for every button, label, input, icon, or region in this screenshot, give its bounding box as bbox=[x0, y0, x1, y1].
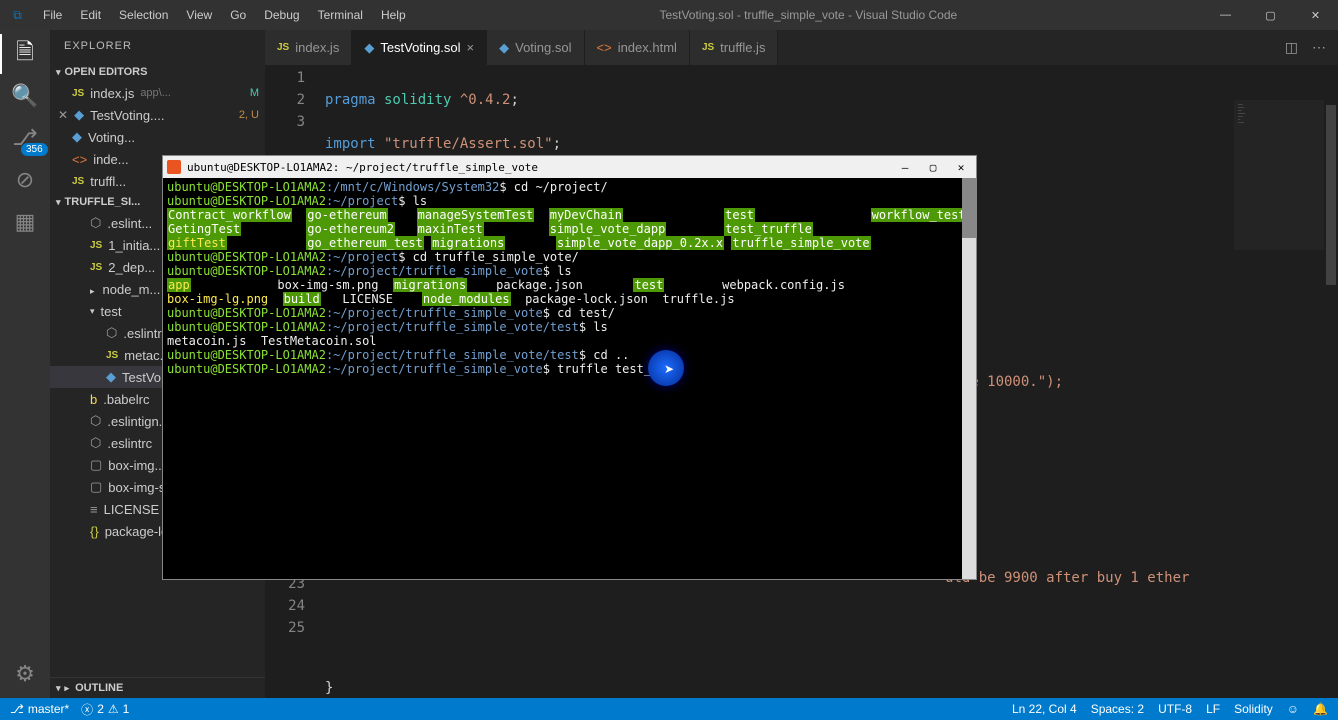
terminal-scrollbar-thumb[interactable] bbox=[962, 178, 976, 238]
editor-item[interactable]: JSindex.js app\...M bbox=[50, 82, 265, 104]
sol-icon: ◆ bbox=[499, 40, 509, 56]
sidebar-header: EXPLORER bbox=[50, 30, 265, 62]
cursor-arrow-icon: ➤ bbox=[664, 362, 674, 376]
search-icon[interactable]: 🔍 bbox=[11, 82, 39, 110]
eslint-icon: ⬡ bbox=[90, 413, 101, 429]
image-icon: ▢ bbox=[90, 457, 102, 473]
editor-item[interactable]: ◆ Voting... bbox=[50, 126, 265, 148]
json-icon: {} bbox=[90, 524, 99, 539]
warning-icon: ⚠ bbox=[108, 702, 119, 716]
editor-item[interactable]: ✕◆TestVoting....2, U bbox=[50, 104, 265, 126]
js-icon: JS bbox=[702, 42, 714, 53]
tab-indexjs[interactable]: JSindex.js bbox=[265, 30, 352, 65]
minimize-button[interactable]: — bbox=[1203, 0, 1248, 30]
explorer-icon[interactable]: 🗎 bbox=[11, 40, 39, 68]
tab-voting[interactable]: ◆Voting.sol bbox=[487, 30, 584, 65]
menu-go[interactable]: Go bbox=[222, 4, 254, 26]
window-controls: — ▢ ✕ bbox=[1203, 0, 1338, 30]
branch-indicator[interactable]: ⎇master* bbox=[10, 702, 69, 716]
html-icon: <> bbox=[597, 40, 612, 55]
gear-icon[interactable]: ⚙ bbox=[11, 660, 39, 688]
menu-debug[interactable]: Debug bbox=[256, 4, 307, 26]
editor-label: TestVoting.... bbox=[90, 108, 164, 123]
notifications-icon[interactable]: 🔔 bbox=[1313, 702, 1328, 716]
titlebar: ⧉ File Edit Selection View Go Debug Term… bbox=[0, 0, 1338, 30]
terminal-title: ubuntu@DESKTOP-LO1AMA2: ~/project/truffl… bbox=[187, 161, 538, 174]
language-mode[interactable]: Solidity bbox=[1234, 702, 1273, 716]
editor-tabs: JSindex.js ◆TestVoting.sol× ◆Voting.sol … bbox=[265, 30, 1338, 65]
problems-indicator[interactable]: ⓧ2 ⚠1 bbox=[81, 701, 129, 718]
split-editor-icon[interactable]: ◫ bbox=[1285, 39, 1298, 56]
menu-file[interactable]: File bbox=[35, 4, 70, 26]
js-icon: JS bbox=[72, 88, 84, 99]
eslint-icon: ⬡ bbox=[90, 435, 101, 451]
js-icon: JS bbox=[90, 240, 102, 251]
js-icon: JS bbox=[90, 262, 102, 273]
close-icon[interactable]: × bbox=[467, 40, 475, 55]
terminal-titlebar[interactable]: ubuntu@DESKTOP-LO1AMA2: ~/project/truffl… bbox=[163, 156, 976, 178]
sol-icon: ◆ bbox=[74, 107, 84, 123]
debug-icon[interactable]: ⊘ bbox=[11, 166, 39, 194]
eslint-icon: ⬡ bbox=[106, 325, 117, 341]
scm-badge: 356 bbox=[21, 143, 48, 156]
extensions-icon[interactable]: ▦ bbox=[11, 208, 39, 236]
indentation[interactable]: Spaces: 2 bbox=[1091, 702, 1144, 716]
tab-testvoting[interactable]: ◆TestVoting.sol× bbox=[352, 30, 487, 65]
maximize-button[interactable]: ▢ bbox=[1248, 0, 1293, 30]
editor-label: Voting... bbox=[88, 130, 135, 145]
js-icon: JS bbox=[72, 176, 84, 187]
editor-label: inde... bbox=[93, 152, 128, 167]
chevron-right-icon bbox=[90, 282, 97, 297]
term-minimize-button[interactable]: — bbox=[894, 161, 916, 174]
eol[interactable]: LF bbox=[1206, 702, 1220, 716]
sol-icon: ◆ bbox=[72, 129, 82, 145]
close-button[interactable]: ✕ bbox=[1293, 0, 1338, 30]
image-icon: ▢ bbox=[90, 479, 102, 495]
html-icon: <> bbox=[72, 152, 87, 167]
menubar: File Edit Selection View Go Debug Termin… bbox=[35, 4, 414, 26]
menu-help[interactable]: Help bbox=[373, 4, 414, 26]
editor-label: index.js bbox=[90, 86, 134, 101]
more-icon[interactable]: ⋯ bbox=[1312, 39, 1326, 56]
scrollbar-thumb[interactable] bbox=[1326, 105, 1336, 285]
tab-trufflejs[interactable]: JStruffle.js bbox=[690, 30, 779, 65]
menu-selection[interactable]: Selection bbox=[111, 4, 176, 26]
menu-view[interactable]: View bbox=[178, 4, 220, 26]
editor-label: truffl... bbox=[90, 174, 126, 189]
license-icon: ≡ bbox=[90, 502, 98, 517]
close-icon[interactable]: ✕ bbox=[58, 108, 68, 122]
window-title: TestVoting.sol - truffle_simple_vote - V… bbox=[414, 8, 1203, 22]
source-control-icon[interactable]: ⎇356 bbox=[11, 124, 39, 152]
eslint-icon: ⬡ bbox=[90, 215, 101, 231]
open-editors-section[interactable]: OPEN EDITORS bbox=[50, 62, 265, 82]
vscode-logo-icon: ⧉ bbox=[0, 8, 35, 23]
menu-edit[interactable]: Edit bbox=[72, 4, 109, 26]
minimap[interactable]: ▬▬▬▬▬▬▬▬▬▬▬▬▬▬▬▬▬▬▬▬▬▬▬▬▬▬▬▬▬ bbox=[1234, 100, 1324, 250]
activitybar: 🗎 🔍 ⎇356 ⊘ ▦ ⚙ bbox=[0, 30, 50, 698]
terminal-window: ubuntu@DESKTOP-LO1AMA2: ~/project/truffl… bbox=[162, 155, 977, 580]
tab-indexhtml[interactable]: <>index.html bbox=[585, 30, 690, 65]
menu-terminal[interactable]: Terminal bbox=[310, 4, 371, 26]
chevron-right-icon bbox=[65, 682, 72, 694]
error-icon: ⓧ bbox=[81, 701, 93, 718]
js-icon: JS bbox=[277, 42, 289, 53]
ubuntu-icon bbox=[167, 160, 181, 174]
statusbar: ⎇master* ⓧ2 ⚠1 Ln 22, Col 4 Spaces: 2 UT… bbox=[0, 698, 1338, 720]
chevron-down-icon: ▾ bbox=[90, 306, 95, 317]
cursor-position[interactable]: Ln 22, Col 4 bbox=[1012, 702, 1077, 716]
sol-icon: ◆ bbox=[364, 40, 374, 56]
babel-icon: b bbox=[90, 392, 97, 407]
term-maximize-button[interactable]: ▢ bbox=[922, 161, 944, 174]
branch-icon: ⎇ bbox=[10, 702, 24, 716]
sol-icon: ◆ bbox=[106, 369, 116, 385]
terminal-scrollbar[interactable] bbox=[962, 178, 976, 579]
feedback-icon[interactable]: ☺ bbox=[1287, 702, 1299, 716]
scrollbar-vertical[interactable] bbox=[1324, 100, 1338, 698]
js-icon: JS bbox=[106, 350, 118, 361]
editor-actions: ◫ ⋯ bbox=[1285, 30, 1338, 65]
terminal-body[interactable]: ubuntu@DESKTOP-LO1AMA2:/mnt/c/Windows/Sy… bbox=[163, 178, 976, 579]
outline-section[interactable]: OUTLINE bbox=[50, 677, 265, 698]
encoding[interactable]: UTF-8 bbox=[1158, 702, 1192, 716]
term-close-button[interactable]: ✕ bbox=[950, 161, 972, 174]
